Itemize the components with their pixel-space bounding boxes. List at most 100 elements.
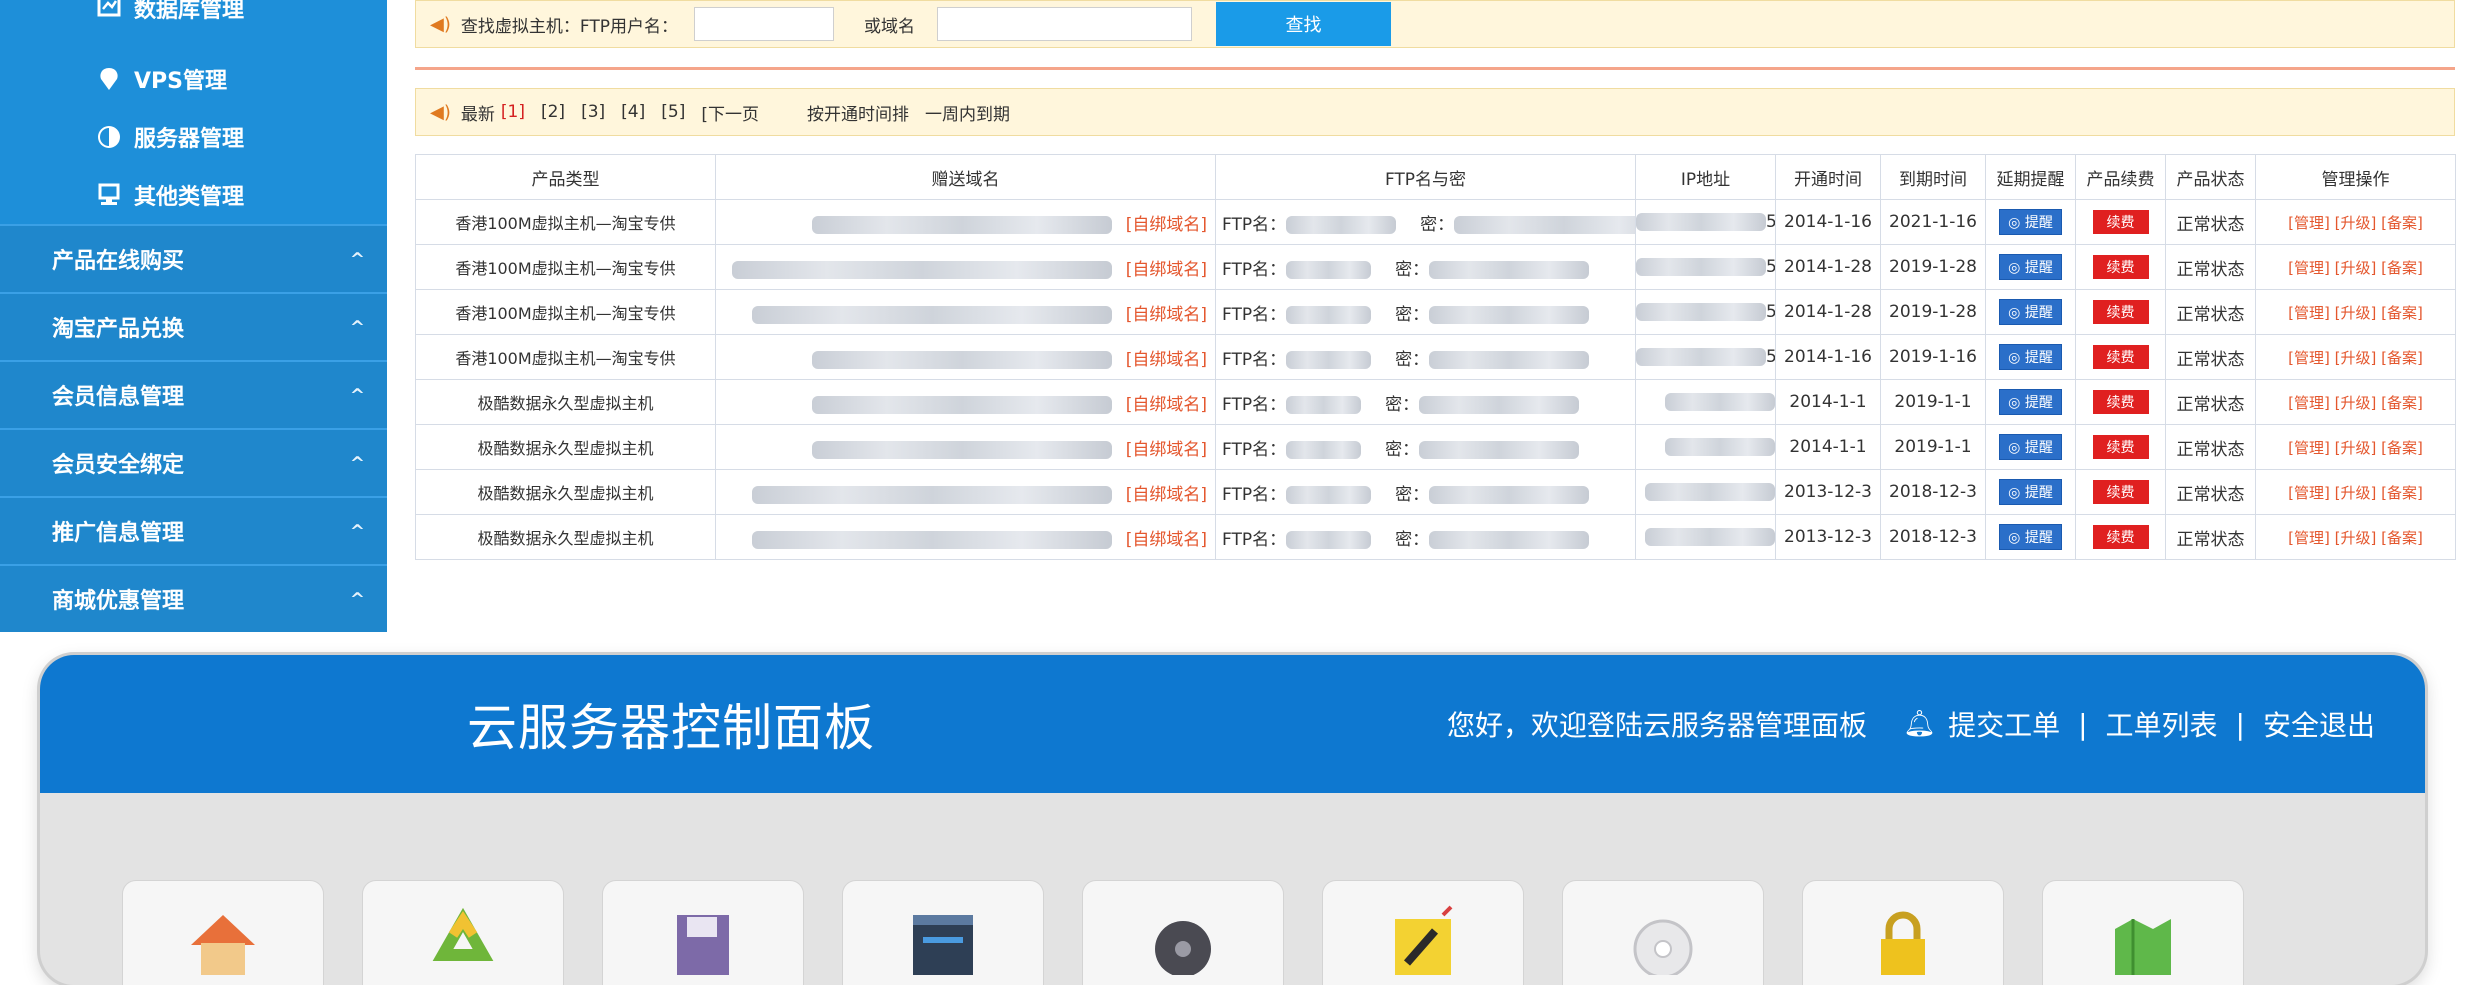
page-link-1[interactable]: [1]	[501, 102, 525, 122]
find-button[interactable]: 查找	[1216, 2, 1391, 46]
remind-button[interactable]: ◎ 提醒	[1999, 434, 2062, 460]
ops-cell[interactable]: [管理] [升级] [备案]	[2255, 469, 2456, 515]
renew-button[interactable]: 续费	[2092, 300, 2149, 324]
domain-input[interactable]	[937, 7, 1192, 41]
blurred-ip	[1645, 528, 1775, 546]
panel-links: 您好，欢迎登陆云服务器管理面板 🔔︎ 提交工单 | 工单列表 | 安全退出	[1447, 704, 2375, 744]
expire-date-cell: 2018-12-3	[1880, 514, 1986, 560]
sidebar-item-discount[interactable]: 商城优惠管理 ^	[0, 564, 387, 632]
renew-button[interactable]: 续费	[2092, 525, 2149, 549]
renew-button[interactable]: 续费	[2092, 345, 2149, 369]
ops-cell[interactable]: [管理] [升级] [备案]	[2255, 379, 2456, 425]
ftp-label: FTP名：	[1222, 484, 1287, 505]
bind-domain-link[interactable]: [自绑域名]	[1126, 305, 1207, 325]
tile-home[interactable]	[122, 880, 324, 985]
page-link-5[interactable]: [5]	[661, 102, 685, 122]
speaker-icon: ◀)	[430, 101, 451, 123]
ops-cell[interactable]: [管理] [升级] [备案]	[2255, 244, 2456, 290]
ops-cell[interactable]: [管理] [升级] [备案]	[2255, 424, 2456, 470]
tile-tools[interactable]	[1322, 880, 1524, 985]
blurred-ip	[1636, 258, 1766, 276]
renew-button[interactable]: 续费	[2092, 435, 2149, 459]
tile-map[interactable]	[2042, 880, 2244, 985]
logout-link[interactable]: 安全退出	[2263, 704, 2375, 744]
product-type-cell: 极酷数据永久型虚拟主机	[415, 424, 716, 470]
expire-date-cell: 2019-1-28	[1880, 289, 1986, 335]
ftp-username-input[interactable]	[694, 7, 834, 41]
renew-button[interactable]: 续费	[2092, 390, 2149, 414]
remind-cell: ◎ 提醒	[1985, 469, 2076, 515]
bind-domain-link[interactable]: [自绑域名]	[1126, 350, 1207, 370]
status-cell: 正常状态	[2165, 289, 2256, 335]
tile-recycle[interactable]	[362, 880, 564, 985]
sidebar-item-taobao[interactable]: 淘宝产品兑换 ^	[0, 292, 387, 360]
ops-cell[interactable]: [管理] [升级] [备案]	[2255, 289, 2456, 335]
bind-domain-link[interactable]: [自绑域名]	[1126, 530, 1207, 550]
bind-domain-link[interactable]: [自绑域名]	[1126, 395, 1207, 415]
browser-icon	[913, 915, 973, 975]
tile-cd[interactable]	[1562, 880, 1764, 985]
page-link-3[interactable]: [3]	[581, 102, 605, 122]
sidebar-item-member-info[interactable]: 会员信息管理 ^	[0, 360, 387, 428]
renew-button[interactable]: 续费	[2092, 210, 2149, 234]
product-type-cell: 极酷数据永久型虚拟主机	[415, 469, 716, 515]
ip-tail: 5	[1766, 302, 1775, 322]
tile-browser[interactable]	[842, 880, 1044, 985]
database-icon	[97, 0, 121, 17]
disc-icon	[1155, 921, 1211, 975]
remind-button[interactable]: ◎ 提醒	[1999, 254, 2062, 280]
remind-button[interactable]: ◎ 提醒	[1999, 479, 2062, 505]
status-cell: 正常状态	[2165, 244, 2256, 290]
page-link-2[interactable]: [2]	[541, 102, 565, 122]
pwd-label: 密：	[1395, 304, 1430, 325]
remind-button[interactable]: ◎ 提醒	[1999, 389, 2062, 415]
sidebar-item-label: 服务器管理	[134, 127, 245, 152]
sidebar-item-server[interactable]: 服务器管理	[0, 108, 387, 166]
remind-button[interactable]: ◎ 提醒	[1999, 524, 2062, 550]
submit-ticket-link[interactable]: 提交工单	[1948, 704, 2060, 744]
bind-domain-link[interactable]: [自绑域名]	[1126, 215, 1207, 235]
bind-domain-link[interactable]: [自绑域名]	[1126, 260, 1207, 280]
bind-domain-link[interactable]: [自绑域名]	[1126, 485, 1207, 505]
remind-button[interactable]: ◎ 提醒	[1999, 299, 2062, 325]
next-page-link[interactable]: [下一页	[701, 100, 759, 125]
ticket-list-link[interactable]: 工单列表	[2106, 704, 2218, 744]
renew-cell: 续费	[2075, 334, 2166, 380]
ops-cell[interactable]: [管理] [升级] [备案]	[2255, 334, 2456, 380]
page-link-4[interactable]: [4]	[621, 102, 645, 122]
remind-button[interactable]: ◎ 提醒	[1999, 209, 2062, 235]
ops-cell[interactable]: [管理] [升级] [备案]	[2255, 199, 2456, 245]
pwd-label: 密：	[1395, 349, 1430, 370]
tile-disc[interactable]	[1082, 880, 1284, 985]
blurred-pwd	[1429, 350, 1590, 369]
pager-bar: ◀) 最新 [1] [2] [3] [4] [5] [下一页 按开通时间排 一周…	[415, 88, 2455, 136]
sidebar-item-label: 其他类管理	[134, 185, 245, 210]
blurred-ip	[1665, 438, 1775, 456]
ops-cell[interactable]: [管理] [升级] [备案]	[2255, 514, 2456, 560]
sidebar-item-member-security[interactable]: 会员安全绑定 ^	[0, 428, 387, 496]
tile-save[interactable]	[602, 880, 804, 985]
sidebar-item-promotion[interactable]: 推广信息管理 ^	[0, 496, 387, 564]
bind-domain-link[interactable]: [自绑域名]	[1126, 440, 1207, 460]
expire-date-cell: 2021-1-16	[1880, 199, 1986, 245]
renew-button[interactable]: 续费	[2092, 255, 2149, 279]
renew-button[interactable]: 续费	[2092, 480, 2149, 504]
sidebar-item-buy[interactable]: 产品在线购买 ^	[0, 224, 387, 292]
blurred-domain	[811, 350, 1112, 369]
expire-date-cell: 2018-12-3	[1880, 469, 1986, 515]
ftp-cell: FTP名： 密：	[1215, 244, 1636, 290]
remind-button[interactable]: ◎ 提醒	[1999, 344, 2062, 370]
sidebar-item-other[interactable]: 其他类管理	[0, 166, 387, 224]
sidebar-item-database[interactable]: 数据库管理	[0, 0, 387, 50]
vps-icon	[100, 68, 118, 90]
expiring-week-link[interactable]: 一周内到期	[925, 100, 1010, 125]
sort-by-open-time-link[interactable]: 按开通时间排	[807, 100, 909, 125]
open-date-cell: 2014-1-1	[1775, 379, 1881, 425]
sidebar-item-label: 产品在线购买	[52, 249, 185, 274]
pwd-label: 密：	[1395, 484, 1430, 505]
speaker-icon: ◀)	[430, 13, 451, 35]
tile-lock[interactable]	[1802, 880, 2004, 985]
blurred-ip	[1636, 303, 1766, 321]
sidebar-item-vps[interactable]: VPS管理	[0, 50, 387, 108]
column-header: 赠送域名	[715, 154, 1216, 200]
